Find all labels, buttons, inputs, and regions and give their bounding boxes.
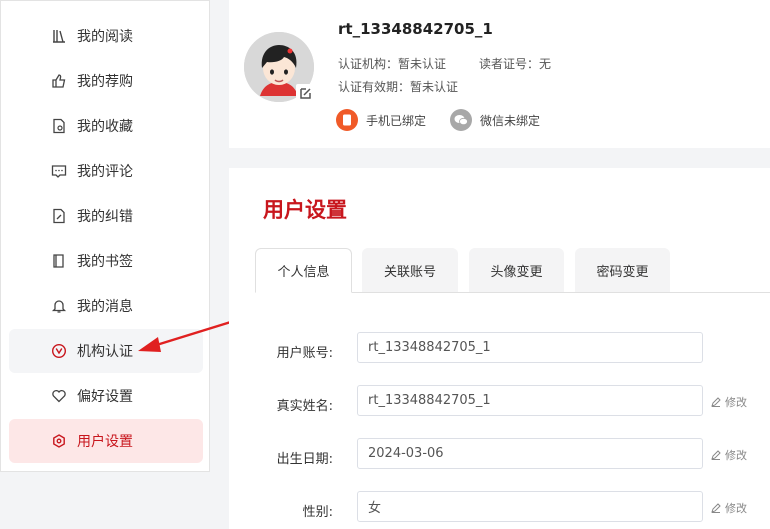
settings-icon [51, 433, 67, 449]
wechat-unbound-badge[interactable]: 微信未绑定 [450, 109, 540, 131]
sidebar-item-label: 偏好设置 [77, 389, 133, 405]
pencil-icon [711, 450, 721, 460]
sidebar-item-label: 我的评论 [77, 164, 133, 180]
tab-avatar-change[interactable]: 头像变更 [469, 248, 564, 292]
tab-personal-info[interactable]: 个人信息 [255, 248, 352, 293]
real-name-label: 真实姓名: [276, 399, 333, 414]
wechat-icon [450, 109, 472, 131]
sidebar-item-preferences[interactable]: 偏好设置 [9, 374, 203, 418]
sidebar-item-label: 我的阅读 [77, 29, 133, 45]
thumbs-up-icon [51, 73, 67, 89]
modify-gender-button[interactable]: 修改 [711, 500, 747, 516]
tab-password-change[interactable]: 密码变更 [575, 248, 670, 292]
bell-icon [51, 298, 67, 314]
org-info: 认证机构：暂未认证 [338, 57, 447, 71]
username: rt_13348842705_1 [338, 20, 493, 38]
sidebar-item-corrections[interactable]: 我的纠错 [9, 194, 203, 238]
gender-field[interactable]: 女 [357, 491, 703, 522]
sidebar-item-label: 用户设置 [77, 434, 133, 450]
settings-tabs: 个人信息 关联账号 头像变更 密码变更 [255, 248, 770, 293]
verified-icon [51, 343, 67, 359]
pencil-icon [711, 503, 721, 513]
sidebar-item-org-auth[interactable]: 机构认证 [9, 329, 203, 373]
sidebar-item-recommend[interactable]: 我的荐购 [9, 59, 203, 103]
heart-icon [51, 388, 67, 404]
profile-card: rt_13348842705_1 认证机构：暂未认证 读者证号：无 认证有效期：… [229, 0, 770, 148]
phone-bound-badge: 手机已绑定 [336, 109, 426, 131]
bookshelf-icon [51, 28, 67, 44]
tab-linked-accounts[interactable]: 关联账号 [362, 248, 458, 292]
sidebar-item-favorites[interactable]: 我的收藏 [9, 104, 203, 148]
account-label: 用户账号: [276, 346, 333, 361]
modify-birthdate-button[interactable]: 修改 [711, 447, 747, 463]
sidebar-item-label: 我的消息 [77, 299, 133, 315]
bookmark-doc-icon [51, 118, 67, 134]
book-icon [51, 253, 67, 269]
reader-id-info: 读者证号：无 [479, 57, 552, 71]
user-settings-panel: 用户设置 个人信息 关联账号 头像变更 密码变更 用户账号: rt_133488… [229, 168, 770, 529]
sidebar-item-comments[interactable]: 我的评论 [9, 149, 203, 193]
real-name-field[interactable]: rt_13348842705_1 [357, 385, 703, 416]
sidebar-item-label: 我的纠错 [77, 209, 133, 225]
edit-avatar-icon[interactable] [296, 84, 314, 102]
modify-real-name-button[interactable]: 修改 [711, 394, 747, 410]
phone-icon [336, 109, 358, 131]
sidebar-item-label: 我的收藏 [77, 119, 133, 135]
sidebar-item-messages[interactable]: 我的消息 [9, 284, 203, 328]
birthdate-field[interactable]: 2024-03-06 [357, 438, 703, 469]
gender-label: 性别: [302, 505, 333, 520]
sidebar: 我的阅读 我的荐购 我的收藏 我的评论 我的纠错 我的书签 我的消息 机构认证 … [0, 0, 210, 472]
pencil-icon [711, 397, 721, 407]
sidebar-item-user-settings[interactable]: 用户设置 [9, 419, 203, 463]
sidebar-item-label: 我的荐购 [77, 74, 133, 90]
sidebar-item-label: 机构认证 [77, 344, 133, 360]
sidebar-item-bookmarks[interactable]: 我的书签 [9, 239, 203, 283]
validity-info: 认证有效期：暂未认证 [338, 80, 459, 94]
sidebar-item-reading[interactable]: 我的阅读 [9, 14, 203, 58]
sidebar-item-label: 我的书签 [77, 254, 133, 270]
birthdate-label: 出生日期: [276, 452, 333, 467]
edit-doc-icon [51, 208, 67, 224]
account-field[interactable]: rt_13348842705_1 [357, 332, 703, 363]
page-title: 用户设置 [263, 198, 347, 222]
comment-icon [51, 163, 67, 179]
